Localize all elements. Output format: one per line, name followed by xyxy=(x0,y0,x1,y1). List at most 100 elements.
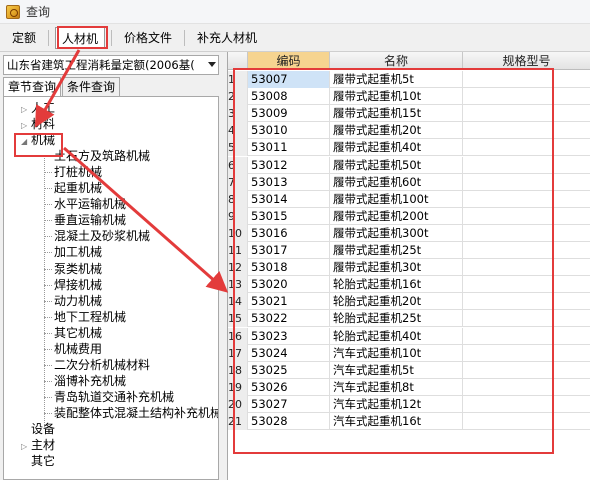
tree-leaf[interactable]: 泵类机械 xyxy=(54,261,102,277)
tree-leaf[interactable]: 青岛轨道交通补充机械 xyxy=(54,389,174,405)
tab-condition-query[interactable]: 条件查询 xyxy=(62,77,121,97)
cell-name: 汽车式起重机8t xyxy=(330,378,463,396)
tree-leaf[interactable]: 水平运输机械 xyxy=(54,196,126,212)
cell-code: 53010 xyxy=(248,122,330,140)
tree-leaf[interactable]: 淄博补充机械 xyxy=(54,373,126,389)
cell-code: 53017 xyxy=(248,242,330,259)
table-row[interactable]: 4 53010 履带式起重机20t xyxy=(228,122,590,140)
tree-item-label: 设备 xyxy=(31,422,56,436)
cell-spec xyxy=(463,157,590,174)
tree-guide-line xyxy=(44,236,52,238)
table-row[interactable]: 3 53009 履带式起重机15t xyxy=(228,105,590,123)
tree-guide-line xyxy=(44,396,52,398)
table-row[interactable]: 2 53008 履带式起重机10t xyxy=(228,88,590,106)
tab-supplement[interactable]: 补充人材机 xyxy=(191,27,263,49)
collapse-arrow-icon[interactable]: ◢ xyxy=(21,134,31,150)
chevron-down-icon[interactable] xyxy=(208,62,216,67)
tree-guide-line xyxy=(44,156,52,158)
tree-guide-line xyxy=(44,188,52,190)
table-row[interactable]: 18 53025 汽车式起重机5t xyxy=(228,361,590,379)
cell-code: 53026 xyxy=(248,378,330,396)
tree-guide-line xyxy=(44,252,52,254)
cell-spec xyxy=(463,396,590,413)
tab-chapter-query[interactable]: 章节查询 xyxy=(3,77,62,97)
tree-guide-line xyxy=(44,364,52,366)
tree-item-label: 其它机械 xyxy=(54,325,103,340)
row-number: 15 xyxy=(228,310,248,328)
tree-guide-line xyxy=(44,412,52,414)
tree-item-label: 焊接机械 xyxy=(54,277,103,292)
column-header-name[interactable]: 名称 xyxy=(330,52,463,70)
row-number: 5 xyxy=(228,139,248,157)
row-number: 1 xyxy=(228,71,248,88)
cell-name: 履带式起重机20t xyxy=(330,122,463,140)
row-number: 13 xyxy=(228,276,248,294)
cell-name: 履带式起重机100t xyxy=(330,190,463,208)
cell-name: 履带式起重机5t xyxy=(330,71,463,88)
tab-price-file[interactable]: 价格文件 xyxy=(118,27,178,49)
tree-leaf[interactable]: 垂直运输机械 xyxy=(54,212,126,228)
tree-node[interactable]: ▷ 材料 xyxy=(21,116,55,132)
column-header-spec[interactable]: 规格型号 xyxy=(463,52,590,70)
column-header-code[interactable]: 编码 xyxy=(248,52,330,70)
cell-spec xyxy=(463,276,590,293)
tree-leaf[interactable]: 动力机械 xyxy=(54,293,102,309)
tree-leaf[interactable]: 混凝土及砂浆机械 xyxy=(54,228,150,244)
tree-node[interactable]: 设备 xyxy=(21,421,55,437)
table-row[interactable]: 17 53024 汽车式起重机10t xyxy=(228,344,590,362)
tree-node[interactable]: ◢ 机械 xyxy=(21,132,55,148)
cell-name: 履带式起重机15t xyxy=(330,105,463,123)
quota-library-value: 山东省建筑工程消耗量定额(2006基( xyxy=(7,58,195,72)
table-row[interactable]: 14 53021 轮胎式起重机20t xyxy=(228,293,590,311)
tree-leaf[interactable]: 其它机械 xyxy=(54,325,102,341)
tree-node[interactable]: ▷ 人工 xyxy=(21,100,55,116)
table-row[interactable]: 7 53013 履带式起重机60t xyxy=(228,173,590,191)
tree-leaf[interactable]: 加工机械 xyxy=(54,244,102,260)
tree-leaf[interactable]: 二次分析机械材料 xyxy=(54,357,150,373)
cell-spec xyxy=(463,345,590,362)
row-number: 14 xyxy=(228,293,248,311)
table-row[interactable]: 1 53007 履带式起重机5t xyxy=(228,71,590,88)
table-row[interactable]: 19 53026 汽车式起重机8t xyxy=(228,378,590,396)
table-row[interactable]: 20 53027 汽车式起重机12t xyxy=(228,395,590,413)
row-number: 20 xyxy=(228,395,248,413)
table-row[interactable]: 5 53011 履带式起重机40t xyxy=(228,139,590,157)
quota-library-select[interactable]: 山东省建筑工程消耗量定额(2006基( xyxy=(3,55,219,75)
cell-spec xyxy=(463,139,590,156)
table-row[interactable]: 16 53023 轮胎式起重机40t xyxy=(228,327,590,345)
tree-guide-line xyxy=(44,204,52,206)
row-number: 4 xyxy=(228,122,248,140)
table-row[interactable]: 21 53028 汽车式起重机16t xyxy=(228,413,590,430)
table-row[interactable]: 8 53014 履带式起重机100t xyxy=(228,190,590,208)
table-row[interactable]: 9 53015 履带式起重机200t xyxy=(228,207,590,225)
tab-separator xyxy=(48,29,50,46)
table-row[interactable]: 15 53022 轮胎式起重机25t xyxy=(228,310,590,328)
tree-node[interactable]: 其它 xyxy=(21,453,55,469)
tab-quota[interactable]: 定额 xyxy=(6,27,42,49)
tab-labor-material-machine[interactable]: 人材机 xyxy=(55,26,106,49)
tree-leaf[interactable]: 地下工程机械 xyxy=(54,309,126,325)
tree-item-label: 青岛轨道交通补充机械 xyxy=(54,389,175,404)
tree-guide-line xyxy=(44,155,45,427)
tree-leaf[interactable]: 打桩机械 xyxy=(54,164,102,180)
tree-item-label: 混凝土及砂浆机械 xyxy=(54,229,151,244)
table-row[interactable]: 13 53020 轮胎式起重机16t xyxy=(228,276,590,294)
cell-name: 履带式起重机300t xyxy=(330,224,463,242)
tree-item-label: 机械费用 xyxy=(54,341,103,356)
tree-leaf[interactable]: 焊接机械 xyxy=(54,277,102,293)
tree-leaf[interactable]: 装配整体式混凝土结构补充机械 xyxy=(54,405,218,421)
tree-leaf[interactable]: 机械费用 xyxy=(54,341,102,357)
tree-leaf[interactable]: 土石方及筑路机械 xyxy=(54,148,150,164)
table-row[interactable]: 12 53018 履带式起重机30t xyxy=(228,259,590,277)
tree-item-label: 土石方及筑路机械 xyxy=(54,149,151,164)
row-number-header xyxy=(228,52,248,70)
table-row[interactable]: 10 53016 履带式起重机300t xyxy=(228,224,590,242)
row-number: 11 xyxy=(228,242,248,259)
tree-node[interactable]: ▷ 主材 xyxy=(21,437,55,453)
tree-leaf[interactable]: 起重机械 xyxy=(54,180,102,196)
row-number: 18 xyxy=(228,361,248,379)
cell-code: 53023 xyxy=(248,327,330,345)
table-row[interactable]: 6 53012 履带式起重机50t xyxy=(228,156,590,174)
tree-item-label: 材料 xyxy=(31,117,56,132)
table-row[interactable]: 11 53017 履带式起重机25t xyxy=(228,242,590,259)
